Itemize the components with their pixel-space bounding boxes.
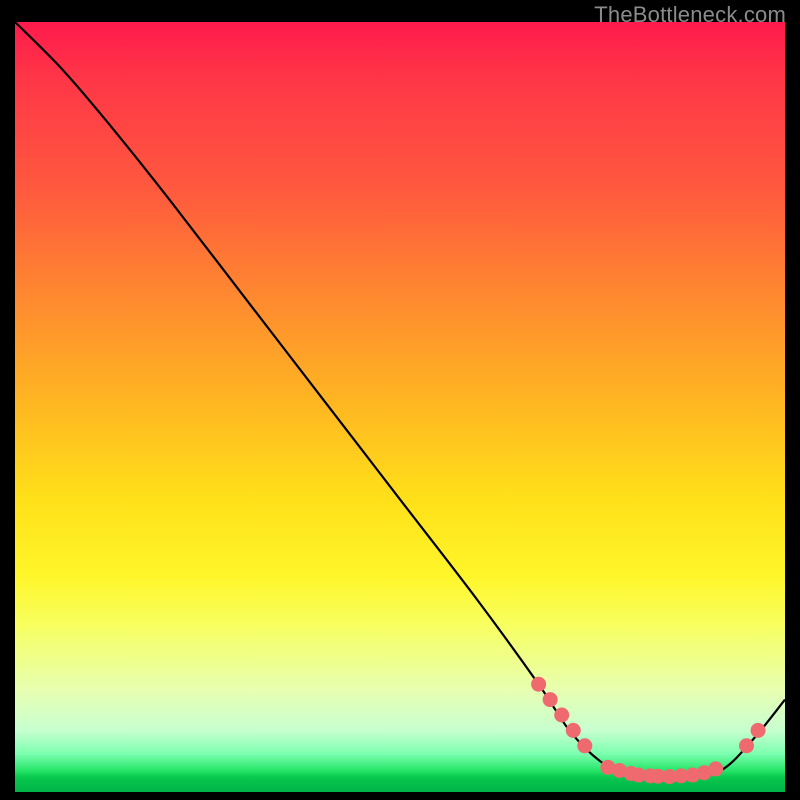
curve-marker	[577, 738, 592, 753]
chart-stage: TheBottleneck.com	[0, 0, 800, 800]
marker-group	[531, 677, 765, 784]
curve-layer	[15, 22, 785, 792]
curve-marker	[543, 692, 558, 707]
curve-marker	[739, 738, 754, 753]
plot-area	[15, 22, 785, 792]
curve-marker	[708, 761, 723, 776]
bottleneck-curve-path	[15, 22, 785, 778]
curve-marker	[566, 723, 581, 738]
curve-marker	[531, 677, 546, 692]
curve-marker	[554, 708, 569, 723]
curve-marker	[751, 723, 766, 738]
